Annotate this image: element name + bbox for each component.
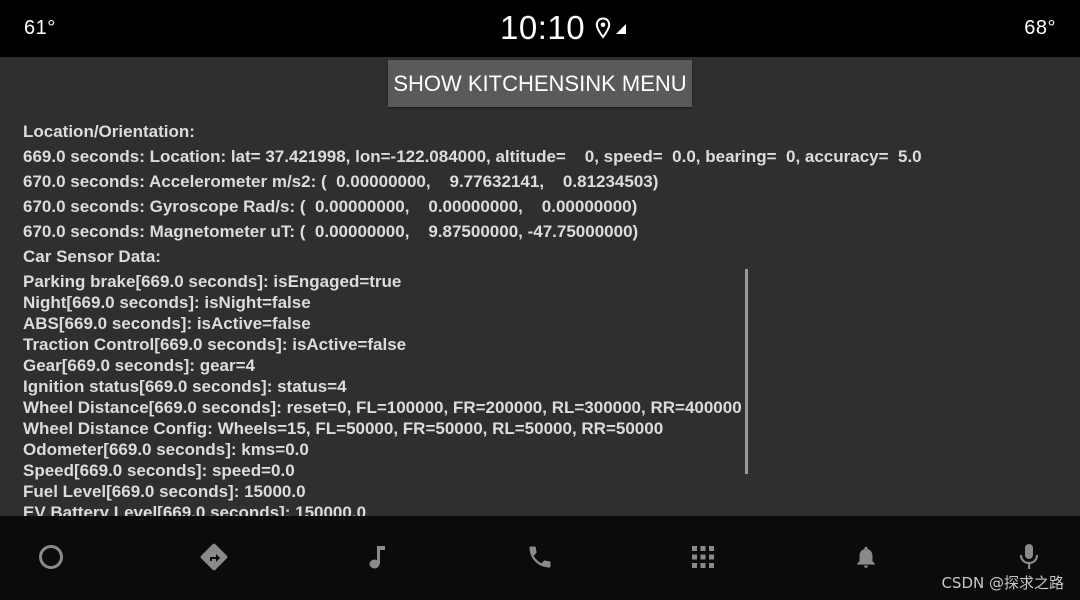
location-section-title: Location/Orientation: [23, 122, 195, 141]
temperature-right[interactable]: 68° [1024, 17, 1056, 40]
list-item: Parking brake[669.0 seconds]: isEngaged=… [23, 272, 402, 291]
clock-group: 10:10 [500, 8, 627, 48]
notifications-button[interactable] [851, 542, 881, 572]
location-orientation-section: Location/Orientation: 669.0 seconds: Loc… [23, 119, 1063, 244]
accelerometer-line: 670.0 seconds: Accelerometer m/s2: ( 0.0… [23, 172, 659, 191]
list-item: Night[669.0 seconds]: isNight=false [23, 293, 311, 312]
phone-icon [529, 546, 551, 568]
magnetometer-line: 670.0 seconds: Magnetometer uT: ( 0.0000… [23, 222, 639, 241]
home-button[interactable] [36, 542, 66, 572]
location-pin-icon [595, 17, 611, 39]
voice-button[interactable] [1014, 542, 1044, 572]
list-item: Wheel Distance[669.0 seconds]: reset=0, … [23, 398, 742, 417]
clock: 10:10 [500, 9, 586, 46]
list-item: Traction Control[669.0 seconds]: isActiv… [23, 335, 407, 354]
car-sensor-section-title: Car Sensor Data: [23, 247, 161, 266]
music-icon [369, 546, 385, 569]
list-item: Ignition status[669.0 seconds]: status=4 [23, 377, 347, 396]
gyroscope-line: 670.0 seconds: Gyroscope Rad/s: ( 0.0000… [23, 197, 638, 216]
notifications-bell-icon [857, 546, 875, 568]
location-line: 669.0 seconds: Location: lat= 37.421998,… [23, 147, 922, 166]
list-item: Speed[669.0 seconds]: speed=0.0 [23, 461, 295, 480]
status-bar: 61° 10:10 68° [0, 0, 1080, 57]
list-item: Wheel Distance Config: Wheels=15, FL=500… [23, 419, 664, 438]
navigation-bar: CSDN @探求之路 [0, 516, 1080, 600]
watermark: CSDN @探求之路 [941, 574, 1064, 592]
navigation-button[interactable] [199, 542, 229, 572]
home-icon [39, 545, 63, 569]
list-item: Odometer[669.0 seconds]: kms=0.0 [23, 440, 309, 459]
signal-triangle-icon [616, 24, 627, 34]
apps-grid-icon [692, 546, 714, 568]
apps-button[interactable] [688, 542, 718, 572]
car-sensor-list[interactable]: Parking brake[669.0 seconds]: isEngaged=… [23, 271, 763, 516]
music-button[interactable] [362, 542, 392, 572]
temperature-left[interactable]: 61° [24, 17, 56, 40]
list-item: EV Battery Level[669.0 seconds]: 150000.… [23, 503, 367, 516]
list-item: Fuel Level[669.0 seconds]: 15000.0 [23, 482, 306, 501]
list-item: ABS[669.0 seconds]: isActive=false [23, 314, 311, 333]
microphone-icon [1019, 544, 1039, 569]
kitchensink-content: SHOW KITCHENSINK MENU Location/Orientati… [0, 57, 1080, 516]
list-item: Gear[669.0 seconds]: gear=4 [23, 356, 255, 375]
phone-button[interactable] [525, 542, 555, 572]
navigation-icon [200, 543, 228, 571]
car-sensor-scrollbar[interactable] [745, 269, 748, 474]
app-root: 61° 10:10 68° SHOW KITCHENSINK MENU Loca… [0, 0, 1080, 600]
show-kitchensink-menu-button[interactable]: SHOW KITCHENSINK MENU [388, 60, 692, 107]
